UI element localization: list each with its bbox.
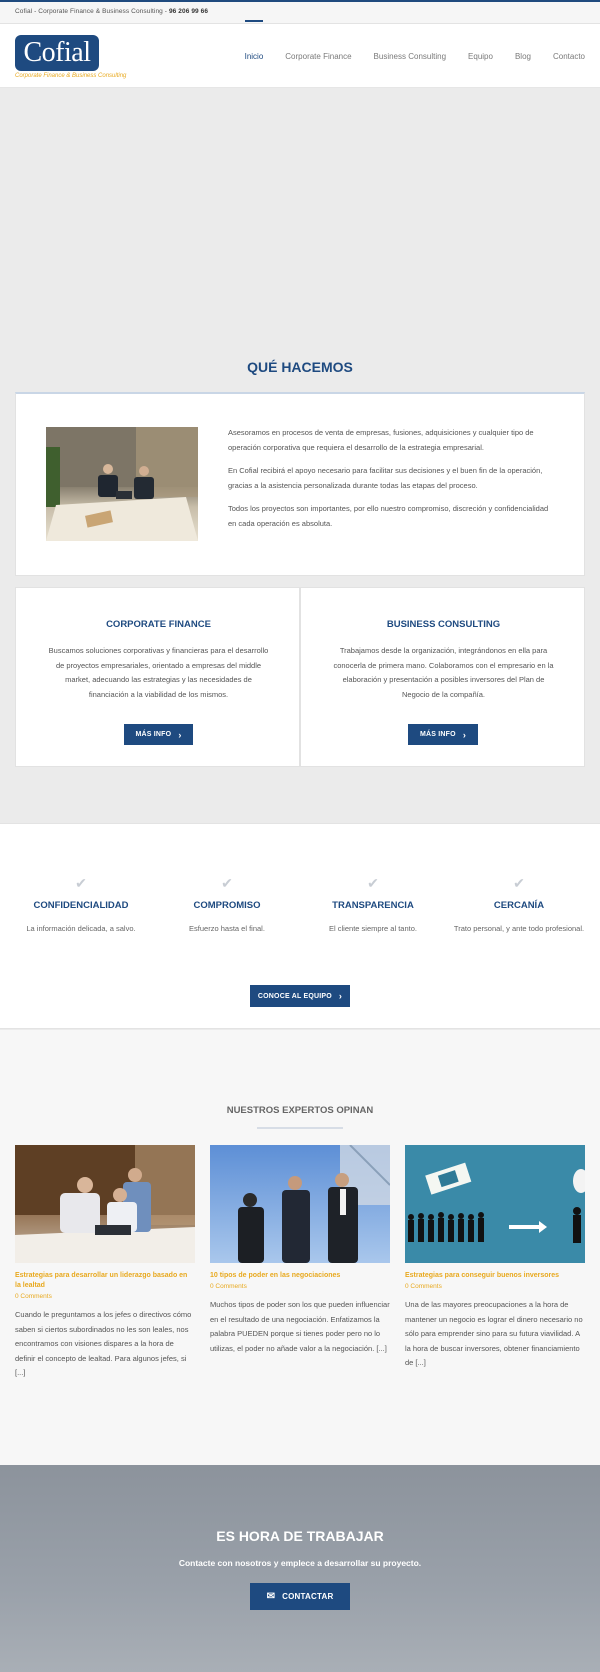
nav-corporate-finance[interactable]: Corporate Finance: [285, 52, 351, 61]
nav-blog[interactable]: Blog: [515, 52, 531, 61]
value-title: CONFIDENCIALIDAD: [33, 900, 129, 911]
nav-contacto[interactable]: Contacto: [553, 52, 585, 61]
service-title: BUSINESS CONSULTING: [386, 619, 501, 630]
top-bar: Cofial - Corporate Finance & Business Co…: [0, 0, 600, 24]
value-title: TRANSPARENCIA: [332, 900, 414, 911]
que-hacemos-paragraph-2: En Cofial recibirá el apoyo necesario pa…: [228, 466, 543, 490]
value-confidencialidad: ✔ CONFIDENCIALIDAD La información delica…: [6, 876, 156, 933]
blog-post-title[interactable]: 10 tipos de poder en las negociaciones: [210, 1271, 390, 1281]
blog-post-comments[interactable]: 0 Comments: [405, 1283, 585, 1290]
chevron-right-icon: ›: [462, 729, 467, 740]
blog-post-comments[interactable]: 0 Comments: [15, 1293, 195, 1300]
blog-post: Estrategias para desarrollar un liderazg…: [15, 1145, 195, 1381]
value-cercania: ✔ CERCANÍA Trato personal, y ante todo p…: [444, 876, 594, 933]
envelope-icon: ✉: [266, 1591, 276, 1602]
nav-equipo[interactable]: Equipo: [468, 52, 493, 61]
blog-post-image[interactable]: [405, 1145, 585, 1263]
que-hacemos-text: Asesoramos en procesos de venta de empre…: [228, 426, 558, 531]
value-compromiso: ✔ COMPROMISO Esfuerzo hasta el final.: [152, 876, 302, 933]
cta-section: ES HORA DE TRABAJAR Contacte con nosotro…: [0, 1465, 600, 1672]
que-hacemos-card: Asesoramos en procesos de venta de empre…: [15, 392, 585, 576]
que-hacemos-paragraph-3: Todos los proyectos son importantes, por…: [228, 504, 549, 528]
value-text: La información delicada, a salvo.: [26, 924, 136, 933]
logo-tagline: Corporate Finance & Business Consulting: [15, 73, 127, 79]
blog-post: 10 tipos de poder en las negociaciones 0…: [210, 1145, 390, 1356]
top-bar-text: Cofial - Corporate Finance & Business Co…: [15, 8, 209, 15]
contactar-button[interactable]: ✉ CONTACTAR: [250, 1583, 350, 1610]
mas-info-button[interactable]: MÁS INFO ›: [124, 724, 193, 745]
logo[interactable]: Cofial: [15, 35, 99, 71]
blog-post-title[interactable]: Estrategias para conseguir buenos invers…: [405, 1271, 585, 1281]
que-hacemos-paragraph-1: Asesoramos en procesos de venta de empre…: [228, 428, 534, 452]
blog-title-divider: [257, 1127, 343, 1129]
site-header: Cofial Corporate Finance & Business Cons…: [0, 19, 600, 88]
blog-post-image[interactable]: [15, 1145, 195, 1263]
check-icon: ✔: [367, 875, 379, 891]
meeting-photo: [46, 427, 198, 541]
value-text: El cliente siempre al tanto.: [329, 924, 417, 933]
chevron-right-icon: ›: [338, 991, 343, 1001]
service-title: CORPORATE FINANCE: [106, 619, 211, 630]
service-text: Buscamos soluciones corporativas y finan…: [48, 646, 269, 699]
service-card-business-consulting: BUSINESS CONSULTING Trabajamos desde la …: [300, 587, 585, 767]
main-nav: Inicio Corporate Finance Business Consul…: [223, 19, 585, 88]
blog-post: Estrategias para conseguir buenos invers…: [405, 1145, 585, 1371]
chevron-right-icon: ›: [178, 729, 182, 740]
nav-inicio[interactable]: Inicio: [244, 19, 263, 61]
value-text: Esfuerzo hasta el final.: [189, 924, 265, 933]
blog-post-comments[interactable]: 0 Comments: [210, 1283, 390, 1290]
blog-title: NUESTROS EXPERTOS OPINAN: [226, 1105, 374, 1116]
cta-title: ES HORA DE TRABAJAR: [216, 1528, 384, 1544]
blog-post-title[interactable]: Estrategias para desarrollar un liderazg…: [15, 1271, 195, 1291]
service-card-corporate-finance: CORPORATE FINANCE Buscamos soluciones co…: [15, 587, 300, 767]
check-icon: ✔: [513, 875, 525, 891]
mas-info-button[interactable]: MÁS INFO ›: [408, 724, 478, 745]
value-title: CERCANÍA: [493, 900, 545, 911]
check-icon: ✔: [221, 875, 233, 891]
nav-business-consulting[interactable]: Business Consulting: [374, 52, 446, 61]
phone-number[interactable]: 96 206 99 66: [169, 8, 208, 15]
value-title: COMPROMISO: [193, 900, 261, 911]
meeting-illustration: [46, 427, 198, 541]
service-text: Trabajamos desde la organización, integr…: [333, 646, 554, 699]
conoce-al-equipo-button[interactable]: CONOCE AL EQUIPO ›: [250, 985, 350, 1007]
blog-post-excerpt: Cuando le preguntamos a los jefes o dire…: [15, 1310, 192, 1377]
blog-post-excerpt: Muchos tipos de poder son los que pueden…: [210, 1300, 390, 1353]
value-transparencia: ✔ TRANSPARENCIA El cliente siempre al ta…: [298, 876, 448, 933]
hero-area: [0, 89, 600, 329]
blog-post-excerpt: Una de las mayores preocupaciones a la h…: [405, 1300, 583, 1367]
blog-post-image[interactable]: [210, 1145, 390, 1263]
cta-subtitle: Contacte con nosotros y emplece a desarr…: [178, 1558, 422, 1568]
check-icon: ✔: [75, 875, 87, 891]
value-text: Trato personal, y ante todo profesional.: [453, 924, 585, 933]
que-hacemos-title: QUÉ HACEMOS: [247, 359, 353, 375]
